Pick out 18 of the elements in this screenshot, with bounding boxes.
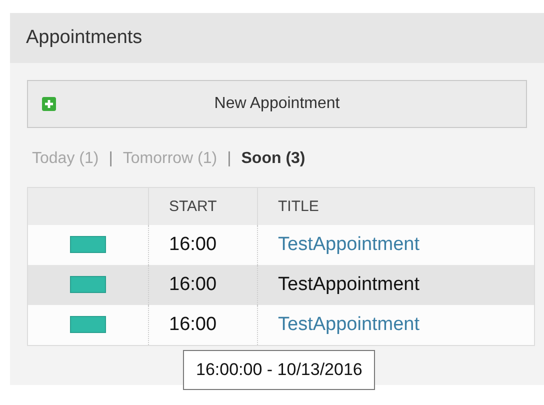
- start-time: 16:00: [169, 234, 217, 255]
- tooltip: 16:00:00 - 10/13/2016: [183, 350, 376, 390]
- filter-link[interactable]: Soon (3): [241, 150, 306, 168]
- start-time: 16:00: [169, 274, 217, 295]
- start-time: 16:00: [169, 314, 217, 335]
- column-header: START: [148, 188, 258, 225]
- plus-icon: [42, 97, 56, 111]
- filter-separator: |: [108, 150, 113, 168]
- calendar-color-bar: [70, 316, 106, 334]
- panel-title: Appointments: [26, 27, 142, 49]
- calendar-color-bar: [70, 236, 106, 254]
- appointment-title-link[interactable]: TestAppointment: [278, 234, 420, 255]
- table-row[interactable]: 16:00 TestAppointment: [28, 305, 534, 346]
- filter-separator: |: [227, 150, 232, 168]
- column-header: TITLE: [258, 188, 534, 225]
- appointment-title-link[interactable]: TestAppointment: [278, 314, 420, 335]
- new-appointment-button[interactable]: New Appointment: [27, 80, 527, 128]
- calendar-color-bar: [70, 276, 106, 294]
